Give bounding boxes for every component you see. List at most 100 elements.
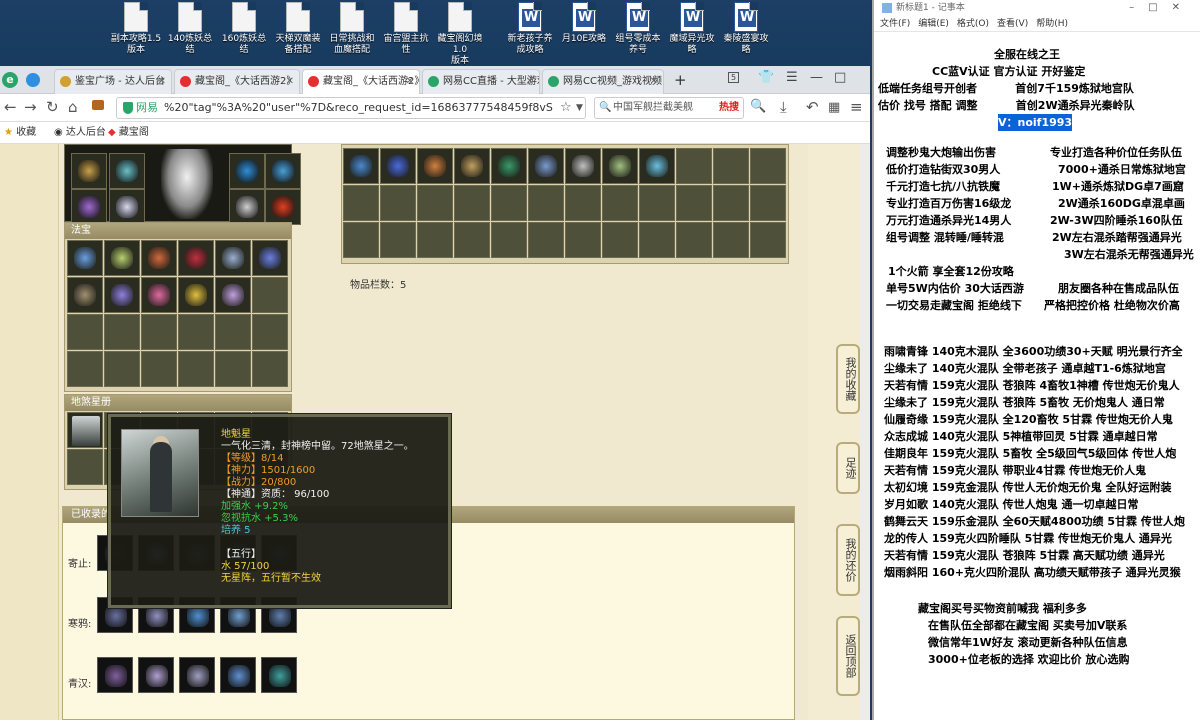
fabao-slot[interactable] [104, 240, 140, 276]
desktop-icon-7[interactable]: 藏宝阁幻境1.0 版本 [434, 2, 486, 67]
tab-5[interactable]: 网易CC视频_游戏视频 ✕ [542, 69, 664, 94]
search-input[interactable]: 🔍 中国军舰拦截美舰 热搜 [594, 97, 744, 119]
bookmark-cangbaoge[interactable]: ◆ 藏宝阁 [108, 122, 149, 144]
inventory-slot[interactable] [565, 185, 601, 221]
page-scrollbar[interactable] [860, 144, 870, 720]
inventory-slot[interactable] [491, 185, 527, 221]
inventory-slot[interactable] [528, 148, 564, 184]
desktop-icon-9[interactable]: 月10E攻略 [558, 2, 610, 45]
inventory-slot[interactable] [676, 185, 712, 221]
inventory-slot[interactable] [491, 222, 527, 258]
maximize-icon[interactable]: □ [834, 70, 846, 85]
disha-star-slot[interactable] [67, 412, 103, 448]
inventory-slot[interactable] [343, 185, 379, 221]
shirt-icon[interactable]: 👕 [758, 70, 774, 85]
disha-empty-slot[interactable] [67, 449, 103, 485]
fabao-slot[interactable] [67, 314, 103, 350]
desktop-icon-10[interactable]: 组号零成本 养号 [612, 2, 664, 56]
notepad-menu-item[interactable]: 格式(O) [957, 19, 989, 29]
desktop-icon-5[interactable]: 日常挑战和 血魔搭配 [326, 2, 378, 56]
fabao-slot[interactable] [67, 351, 103, 387]
fabao-slot[interactable] [215, 240, 251, 276]
window-controls[interactable]: –□✕ [1129, 0, 1194, 16]
collected-gear-slot[interactable] [138, 657, 174, 693]
inventory-slot[interactable] [602, 222, 638, 258]
inventory-slot[interactable] [750, 185, 786, 221]
collected-gear-slot[interactable] [179, 657, 215, 693]
fabao-slot[interactable] [178, 240, 214, 276]
undo-icon[interactable]: ↶ [806, 98, 819, 116]
inventory-slot[interactable] [750, 222, 786, 258]
inventory-slot[interactable] [639, 185, 675, 221]
inventory-slot[interactable] [713, 185, 749, 221]
fabao-slot[interactable] [178, 277, 214, 313]
fabao-slot[interactable] [252, 351, 288, 387]
equipment-slot[interactable] [265, 153, 301, 189]
equipment-slot[interactable] [229, 189, 265, 225]
telegram-icon[interactable] [26, 73, 40, 87]
notepad-menu-item[interactable]: 查看(V) [997, 19, 1028, 29]
tab-close-icon[interactable]: ✕ [406, 70, 414, 93]
inventory-slot[interactable] [750, 148, 786, 184]
star-icon[interactable]: ☆ [560, 100, 572, 115]
inventory-slot[interactable] [528, 185, 564, 221]
fabao-slot[interactable] [104, 277, 140, 313]
bookmark-favorites[interactable]: ★ 收藏 [4, 122, 36, 144]
tab-4[interactable]: 网易CC直播 - 大型游戏 ✕ [422, 69, 540, 94]
notepad-menu-item[interactable]: 文件(F) [880, 19, 910, 29]
fabao-slot[interactable] [141, 351, 177, 387]
tab-close-icon[interactable]: ✕ [158, 70, 166, 93]
collected-gear-slot[interactable] [97, 657, 133, 693]
inventory-slot[interactable] [602, 148, 638, 184]
inventory-slot[interactable] [343, 148, 379, 184]
equipment-slot[interactable] [71, 189, 107, 225]
dropdown-icon[interactable]: ▼ [576, 103, 583, 113]
equipment-slot[interactable] [109, 189, 145, 225]
back-icon[interactable]: ← [4, 98, 17, 116]
fabao-slot[interactable] [104, 314, 140, 350]
inventory-slot[interactable] [417, 185, 453, 221]
desktop-icon-8[interactable]: 新老孩子养 成攻略 [504, 2, 556, 56]
inventory-slot[interactable] [639, 222, 675, 258]
inventory-slot[interactable] [565, 148, 601, 184]
inventory-slot[interactable] [417, 148, 453, 184]
menu-icon[interactable]: ☰ [786, 70, 798, 85]
notepad-text-area[interactable]: 全服在线之王 CC蓝V认证 官方认证 开好鉴定 低端任务组号开创者 首创7千159炼… [874, 44, 1200, 720]
fabao-slot[interactable] [141, 314, 177, 350]
collected-gear-slot[interactable] [261, 657, 297, 693]
fabao-slot[interactable] [215, 277, 251, 313]
tab-count-icon[interactable]: 5 [728, 72, 740, 83]
desktop-icon-4[interactable]: 天梯双魔装 备搭配 [272, 2, 324, 56]
collected-gear-slot[interactable] [220, 657, 256, 693]
equipment-slot[interactable] [71, 153, 107, 189]
equipment-slot[interactable] [265, 189, 301, 225]
back-to-top-button[interactable]: 返回顶部 [836, 616, 860, 696]
fabao-slot[interactable] [215, 314, 251, 350]
desktop-icon-6[interactable]: 宙宫盟主抗 性 [380, 2, 432, 56]
tab-close-icon[interactable]: ✕ [526, 70, 534, 93]
tab-close-icon[interactable]: ✕ [650, 70, 658, 93]
inventory-slot[interactable] [639, 148, 675, 184]
desktop-icon-2[interactable]: 140炼妖总结 [164, 2, 216, 56]
inventory-slot[interactable] [380, 222, 416, 258]
inventory-slot[interactable] [417, 222, 453, 258]
new-tab-button[interactable]: + [668, 69, 692, 94]
fabao-slot[interactable] [67, 240, 103, 276]
tab-close-icon[interactable]: ✕ [286, 70, 294, 93]
url-input[interactable]: 网易 %20"tag"%3A%20"user"%7D&reco_request_i… [116, 97, 586, 119]
notepad-menu-item[interactable]: 编辑(E) [918, 19, 949, 29]
my-favorites-button[interactable]: 我的收藏 [836, 344, 860, 414]
inventory-slot[interactable] [565, 222, 601, 258]
desktop-icon-1[interactable]: 副本攻略1.5 版本 [110, 2, 162, 56]
download-icon[interactable]: ⤓ [780, 98, 787, 116]
fabao-slot[interactable] [104, 351, 140, 387]
inventory-slot[interactable] [454, 222, 490, 258]
tab-2[interactable]: 藏宝阁_《大话西游2》 ✕ [174, 69, 300, 94]
browser-logo-icon[interactable]: e [2, 72, 18, 88]
inventory-slot[interactable] [713, 222, 749, 258]
notepad-menu-item[interactable]: 帮助(H) [1036, 19, 1068, 29]
fabao-slot[interactable] [178, 351, 214, 387]
inventory-slot[interactable] [380, 148, 416, 184]
more-icon[interactable]: ≡ [850, 98, 863, 116]
apps-icon[interactable]: ▦ [828, 100, 840, 115]
